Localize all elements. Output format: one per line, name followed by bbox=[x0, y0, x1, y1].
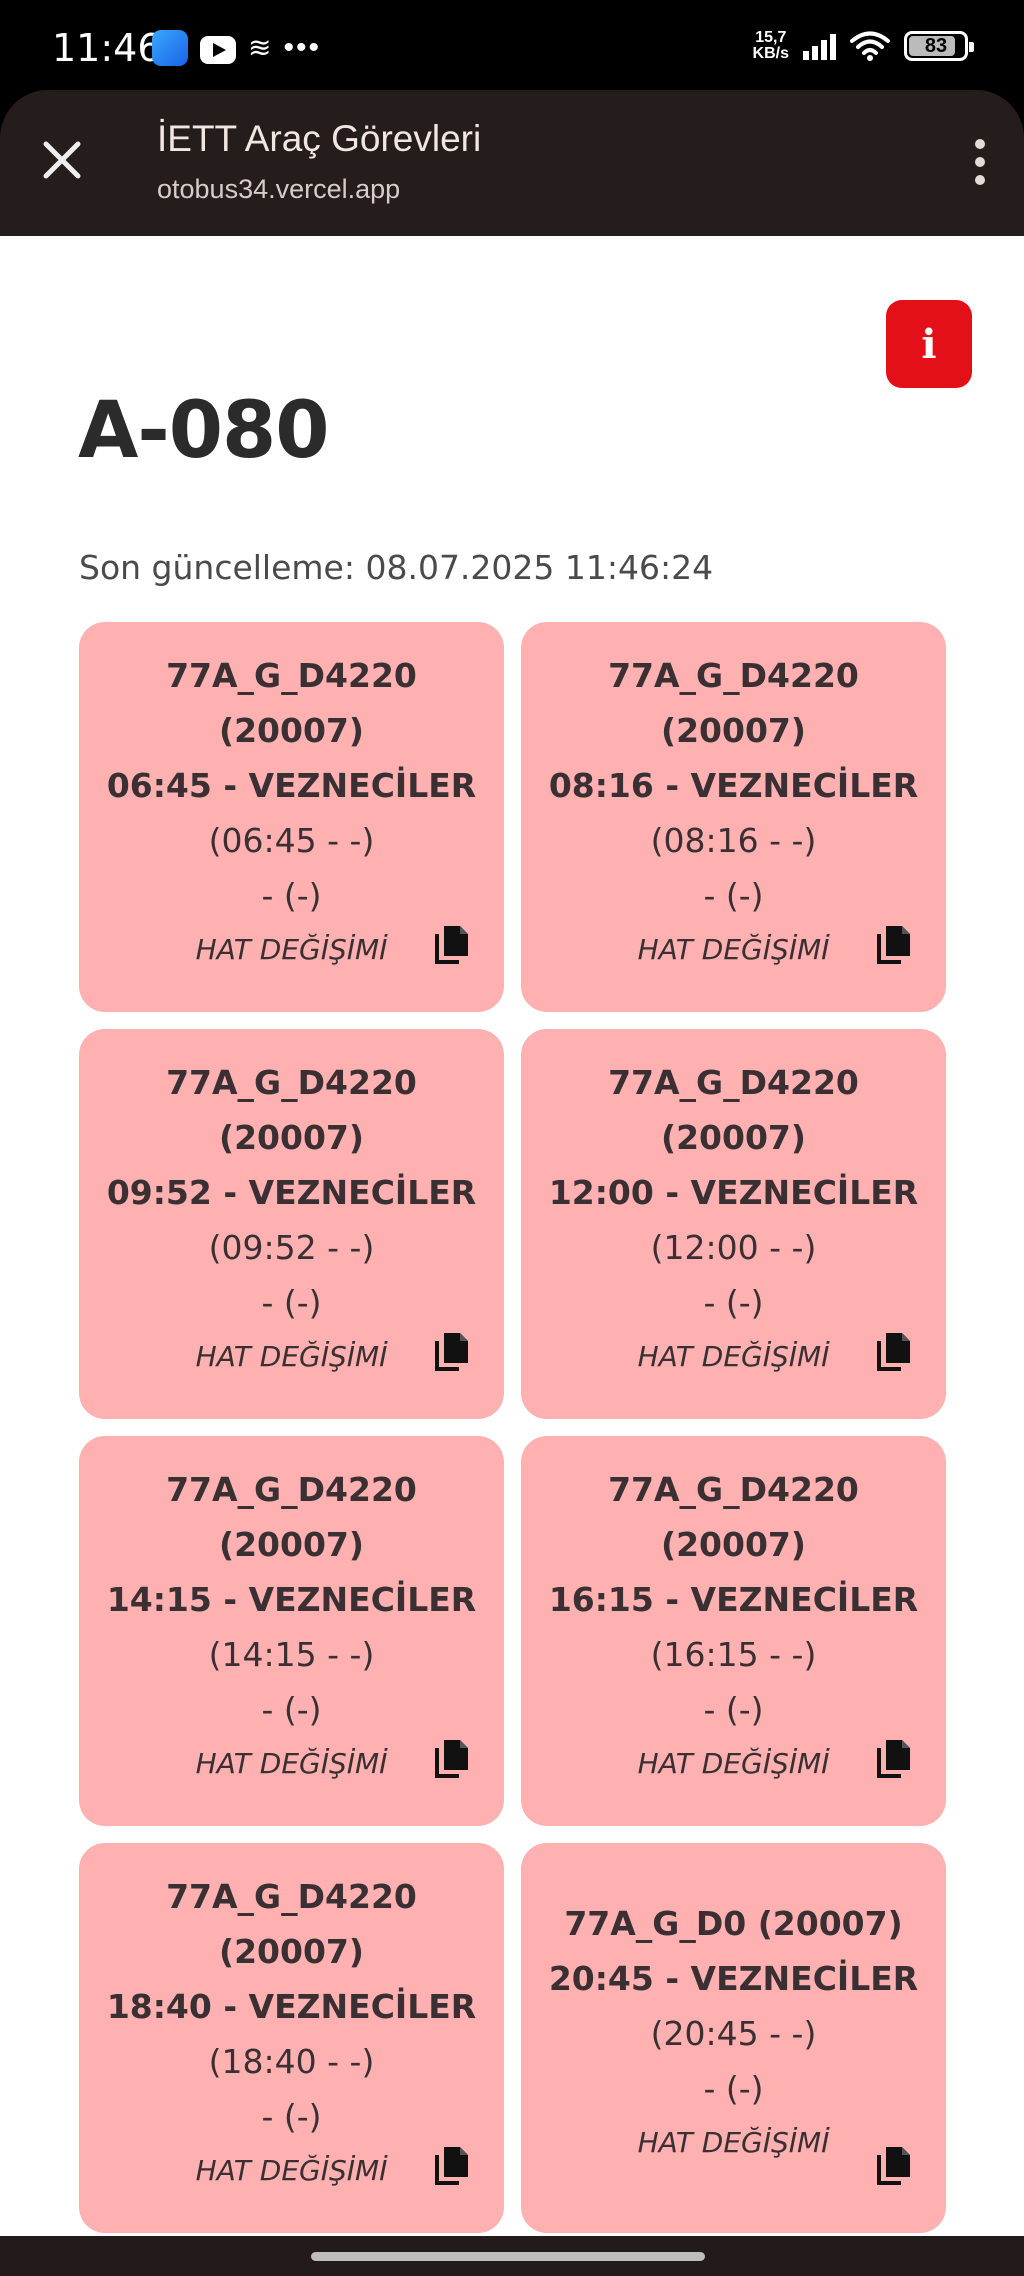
task-route-code: 77A_G_D4220 bbox=[166, 1469, 417, 1509]
menu-dot-icon bbox=[975, 157, 985, 167]
task-route-code: 77A_G_D4220 bbox=[166, 655, 417, 695]
menu-dot-icon bbox=[975, 175, 985, 185]
copy-icon[interactable] bbox=[434, 1331, 470, 1371]
task-departure: 12:00 - VEZNECİLER bbox=[548, 1172, 919, 1212]
task-route-id: (20007) bbox=[219, 1117, 364, 1157]
battery-icon: 83 bbox=[904, 31, 974, 61]
copy-icon[interactable] bbox=[434, 2145, 470, 2185]
task-departure: 14:15 - VEZNECİLER bbox=[106, 1579, 477, 1619]
close-button[interactable] bbox=[30, 128, 94, 192]
copy-icon[interactable] bbox=[434, 924, 470, 964]
overflow-menu-button[interactable] bbox=[956, 130, 1004, 194]
task-route-code: 77A_G_D4220 bbox=[608, 1062, 859, 1102]
task-extra: - (-) bbox=[703, 1689, 764, 1729]
task-extra: - (-) bbox=[703, 1282, 764, 1322]
home-gesture-handle[interactable] bbox=[311, 2252, 705, 2261]
task-departure: 09:52 - VEZNECİLER bbox=[106, 1172, 477, 1212]
copy-icon[interactable] bbox=[434, 1738, 470, 1778]
task-route-code: 77A_G_D4220 bbox=[166, 1062, 417, 1102]
battery-level: 83 bbox=[924, 35, 948, 57]
page-title-label: İETT Araç Görevleri bbox=[157, 118, 482, 159]
system-icons: 15,7 KB/s 83 bbox=[753, 30, 974, 62]
task-route-id: (20007) bbox=[661, 710, 806, 750]
cell-signal-icon bbox=[803, 32, 836, 60]
layers-icon: ≋ bbox=[248, 32, 272, 63]
task-route-id: (20007) bbox=[219, 1931, 364, 1971]
network-speed: 15,7 KB/s bbox=[753, 30, 789, 62]
task-route-id: (20007) bbox=[661, 1524, 806, 1564]
task-card[interactable]: 77A_G_D4220 (20007) 06:45 - VEZNECİLER (06:… bbox=[79, 622, 504, 1012]
task-route-id: (20007) bbox=[219, 710, 364, 750]
task-grid: 77A_G_D4220 (20007) 06:45 - VEZNECİLER (06:… bbox=[79, 622, 946, 2233]
notification-icons: ≋ ••• bbox=[152, 30, 321, 66]
task-time-range: (20:45 - -) bbox=[650, 2014, 817, 2053]
task-card[interactable]: 77A_G_D0 (20007) 20:45 - VEZNECİLER (20:45… bbox=[521, 1843, 946, 2233]
task-extra: - (-) bbox=[703, 2069, 764, 2108]
more-notifications-icon: ••• bbox=[283, 31, 321, 64]
task-departure: 18:40 - VEZNECİLER bbox=[106, 1986, 477, 2026]
task-departure: 06:45 - VEZNECİLER bbox=[106, 765, 477, 805]
task-route-id: (20007) bbox=[219, 1524, 364, 1564]
task-extra: - (-) bbox=[261, 875, 322, 915]
task-extra: - (-) bbox=[261, 2096, 322, 2136]
task-time-range: (08:16 - -) bbox=[650, 820, 817, 860]
task-card[interactable]: 77A_G_D4220 (20007) 14:15 - VEZNECİLER (14:… bbox=[79, 1436, 504, 1826]
task-route-code: 77A_G_D4220 bbox=[608, 655, 859, 695]
task-time-range: (12:00 - -) bbox=[650, 1227, 817, 1267]
task-departure: 08:16 - VEZNECİLER bbox=[548, 765, 919, 805]
copy-icon[interactable] bbox=[876, 1331, 912, 1371]
network-speed-value: 15,7 bbox=[755, 29, 787, 46]
last-update-text: Son güncelleme: 08.07.2025 11:46:24 bbox=[79, 548, 714, 587]
task-card[interactable]: 77A_G_D4220 (20007) 08:16 - VEZNECİLER (08:… bbox=[521, 622, 946, 1012]
task-extra: - (-) bbox=[261, 1282, 322, 1322]
task-card[interactable]: 77A_G_D4220 (20007) 16:15 - VEZNECİLER (16:… bbox=[521, 1436, 946, 1826]
close-icon bbox=[43, 141, 81, 179]
copy-icon[interactable] bbox=[876, 2145, 912, 2185]
menu-dot-icon bbox=[975, 139, 985, 149]
task-card[interactable]: 77A_G_D4220 (20007) 18:40 - VEZNECİLER (18:… bbox=[79, 1843, 504, 2233]
copy-icon[interactable] bbox=[876, 1738, 912, 1778]
task-departure: 20:45 - VEZNECİLER bbox=[548, 1959, 919, 1998]
task-extra: - (-) bbox=[703, 875, 764, 915]
vehicle-title: A-080 bbox=[78, 386, 330, 476]
task-time-range: (09:52 - -) bbox=[208, 1227, 375, 1267]
task-time-range: (14:15 - -) bbox=[208, 1634, 375, 1674]
task-route-code: 77A_G_D4220 bbox=[166, 1876, 417, 1916]
copy-icon[interactable] bbox=[876, 924, 912, 964]
youtube-icon bbox=[200, 36, 236, 64]
task-route-id: (20007) bbox=[661, 1117, 806, 1157]
task-time-range: (18:40 - -) bbox=[208, 2041, 375, 2081]
task-extra: - (-) bbox=[261, 1689, 322, 1729]
task-card[interactable]: 77A_G_D4220 (20007) 12:00 - VEZNECİLER (12:… bbox=[521, 1029, 946, 1419]
task-card[interactable]: 77A_G_D4220 (20007) 09:52 - VEZNECİLER (09:… bbox=[79, 1029, 504, 1419]
status-time: 11:46 bbox=[52, 26, 162, 70]
browser-toolbar: İETT Araç Görevleri otobus34.vercel.app bbox=[0, 90, 1024, 236]
navigation-bar bbox=[0, 2236, 1024, 2276]
wifi-icon bbox=[850, 31, 890, 61]
network-speed-unit: KB/s bbox=[752, 45, 789, 62]
task-route-code: 77A_G_D0 (20007) bbox=[564, 1904, 903, 1943]
task-time-range: (16:15 - -) bbox=[650, 1634, 817, 1674]
url-label: otobus34.vercel.app bbox=[157, 174, 401, 204]
info-button[interactable]: i bbox=[886, 300, 972, 388]
info-icon: i bbox=[921, 320, 937, 368]
app-notification-icon bbox=[152, 30, 188, 66]
status-bar: 11:46 ≋ ••• 15,7 KB/s 83 bbox=[0, 0, 1024, 92]
task-route-code: 77A_G_D4220 bbox=[608, 1469, 859, 1509]
page-content: i A-080 Son güncelleme: 08.07.2025 11:46… bbox=[0, 236, 1024, 2236]
task-departure: 16:15 - VEZNECİLER bbox=[548, 1579, 919, 1619]
task-time-range: (06:45 - -) bbox=[208, 820, 375, 860]
